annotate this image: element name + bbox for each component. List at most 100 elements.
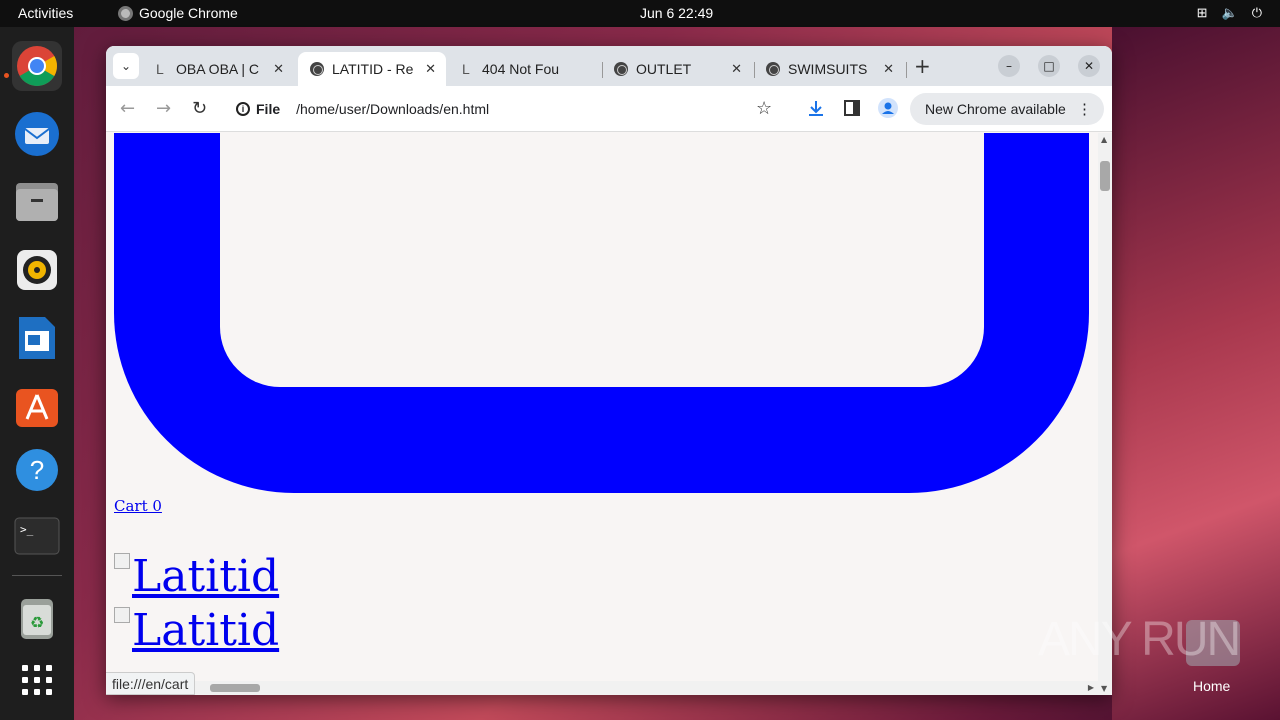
- close-icon[interactable]: ✕: [883, 61, 894, 77]
- arrow-left-icon: ←: [120, 98, 136, 119]
- update-label: New Chrome available: [925, 101, 1066, 117]
- system-tray[interactable]: ⊞ 🔈 ⏻: [1197, 5, 1262, 21]
- app-name-label: Google Chrome: [139, 5, 238, 21]
- globe-icon: [614, 62, 628, 76]
- site-info-button[interactable]: i File: [236, 101, 280, 117]
- tab-separator: [906, 62, 907, 78]
- plus-icon: +: [914, 54, 931, 78]
- url-text[interactable]: /home/user/Downloads/en.html: [296, 101, 489, 117]
- tab-swimsuits[interactable]: SWIMSUITS ✕: [754, 52, 904, 86]
- tab-title: SWIMSUITS: [788, 61, 868, 77]
- document-icon: [19, 317, 55, 359]
- scroll-thumb[interactable]: [210, 684, 260, 692]
- download-button[interactable]: [806, 98, 826, 118]
- dock-thunderbird[interactable]: [12, 109, 62, 159]
- forward-button[interactable]: →: [156, 98, 171, 119]
- svg-text:♻: ♻: [30, 613, 44, 632]
- cart-link[interactable]: Cart 0: [114, 497, 162, 515]
- clock[interactable]: Jun 6 22:49: [640, 5, 713, 21]
- tab-oba-oba[interactable]: L OBA OBA | C ✕: [144, 52, 294, 86]
- chrome-icon: [118, 5, 133, 21]
- info-icon: i: [236, 102, 250, 116]
- tab-latitid[interactable]: LATITID - Re ✕: [298, 52, 446, 86]
- status-bubble: file:///en/cart: [106, 672, 196, 695]
- horizontal-scrollbar[interactable]: ▶: [106, 681, 1098, 695]
- dock-chrome[interactable]: [12, 41, 62, 91]
- activities-button[interactable]: Activities: [18, 5, 73, 21]
- address-bar[interactable]: i File /home/user/Downloads/en.html: [226, 93, 786, 125]
- maximize-button[interactable]: □: [1038, 55, 1060, 77]
- close-icon: ✕: [1083, 59, 1095, 73]
- avatar-icon: [878, 98, 898, 118]
- trash-icon: ♻: [21, 599, 53, 639]
- tab-outlet[interactable]: OUTLET ✕: [602, 52, 752, 86]
- dock-help[interactable]: ?: [12, 445, 62, 495]
- grid-icon: [22, 665, 52, 695]
- loading-L-icon: L: [156, 61, 164, 77]
- globe-icon: [766, 62, 780, 76]
- chevron-down-icon: ⌄: [120, 59, 132, 73]
- dock-rhythmbox[interactable]: [12, 245, 62, 295]
- reload-icon: ↻: [192, 98, 208, 119]
- show-apps-button[interactable]: [12, 655, 62, 705]
- thunderbird-icon: [15, 112, 59, 156]
- side-panel-button[interactable]: [842, 98, 862, 118]
- close-icon[interactable]: ✕: [731, 61, 742, 77]
- minimize-button[interactable]: –: [998, 55, 1020, 77]
- minimize-icon: –: [1006, 59, 1012, 73]
- logo-link[interactable]: Latitid: [114, 551, 279, 602]
- watermark: ANY RUN: [1038, 613, 1241, 666]
- scroll-thumb[interactable]: [1100, 161, 1110, 191]
- tab-title: OUTLET: [636, 61, 692, 77]
- vertical-scrollbar[interactable]: ▲ ▼: [1098, 133, 1112, 695]
- terminal-icon: >_: [14, 517, 60, 555]
- tab-search-button[interactable]: ⌄: [113, 53, 139, 79]
- logo-alt-text: Latitid: [132, 551, 280, 602]
- broken-image-icon: [114, 607, 130, 623]
- logo-alt-text: Latitid: [132, 605, 280, 656]
- dock-trash[interactable]: ♻: [12, 593, 62, 643]
- site-info-label: File: [256, 101, 281, 117]
- top-bar: Activities Google Chrome Jun 6 22:49 ⊞ 🔈…: [0, 0, 1280, 27]
- svg-text:>_: >_: [20, 523, 34, 536]
- scroll-up-icon[interactable]: ▲: [1101, 135, 1107, 144]
- chrome-icon: [17, 46, 57, 86]
- app-center-icon: [16, 389, 58, 427]
- close-icon[interactable]: ✕: [273, 61, 284, 77]
- back-button[interactable]: ←: [120, 98, 135, 119]
- loading-L-icon: L: [462, 61, 470, 77]
- scroll-down-icon[interactable]: ▼: [1101, 684, 1107, 693]
- side-panel-icon: [844, 100, 860, 116]
- dock-writer[interactable]: [12, 313, 62, 363]
- bookmark-star-icon[interactable]: ☆: [756, 98, 772, 119]
- power-icon: ⏻: [1251, 5, 1262, 20]
- download-icon: [809, 101, 823, 116]
- network-icon: ⊞: [1196, 5, 1208, 20]
- page-content: Cart 0 Latitid Latitid: [106, 133, 1098, 695]
- dock-terminal[interactable]: >_: [12, 511, 62, 561]
- help-icon: ?: [16, 449, 58, 491]
- volume-icon: 🔈: [1221, 5, 1238, 20]
- arrow-right-icon: →: [156, 98, 172, 119]
- speaker-icon: [17, 250, 57, 290]
- tab-title: LATITID - Re: [332, 61, 414, 77]
- app-menu[interactable]: Google Chrome: [118, 5, 238, 21]
- update-chrome-button[interactable]: New Chrome available ⋮: [910, 93, 1104, 125]
- tab-title: 404 Not Fou: [482, 61, 560, 77]
- dock-separator: [12, 575, 62, 576]
- reload-button[interactable]: ↻: [192, 98, 207, 119]
- profile-button[interactable]: [878, 98, 898, 118]
- dock-files[interactable]: [12, 177, 62, 227]
- active-indicator: [4, 73, 9, 78]
- browser-window: ⌄ L OBA OBA | C ✕ LATITID - Re ✕ L 404 N…: [106, 46, 1112, 695]
- scroll-right-icon[interactable]: ▶: [1088, 683, 1094, 692]
- new-tab-button[interactable]: +: [914, 54, 931, 78]
- close-window-button[interactable]: ✕: [1078, 55, 1100, 77]
- tab-404[interactable]: L 404 Not Fou ✕: [450, 52, 600, 86]
- logo-link[interactable]: Latitid: [114, 605, 279, 656]
- close-icon[interactable]: ✕: [425, 61, 436, 77]
- dock-app-center[interactable]: [12, 381, 62, 431]
- toolbar: ← → ↻ i File /home/user/Downloads/en.htm…: [106, 86, 1112, 132]
- maximize-icon: □: [1043, 59, 1055, 73]
- dock: ? >_ ♻: [0, 27, 74, 720]
